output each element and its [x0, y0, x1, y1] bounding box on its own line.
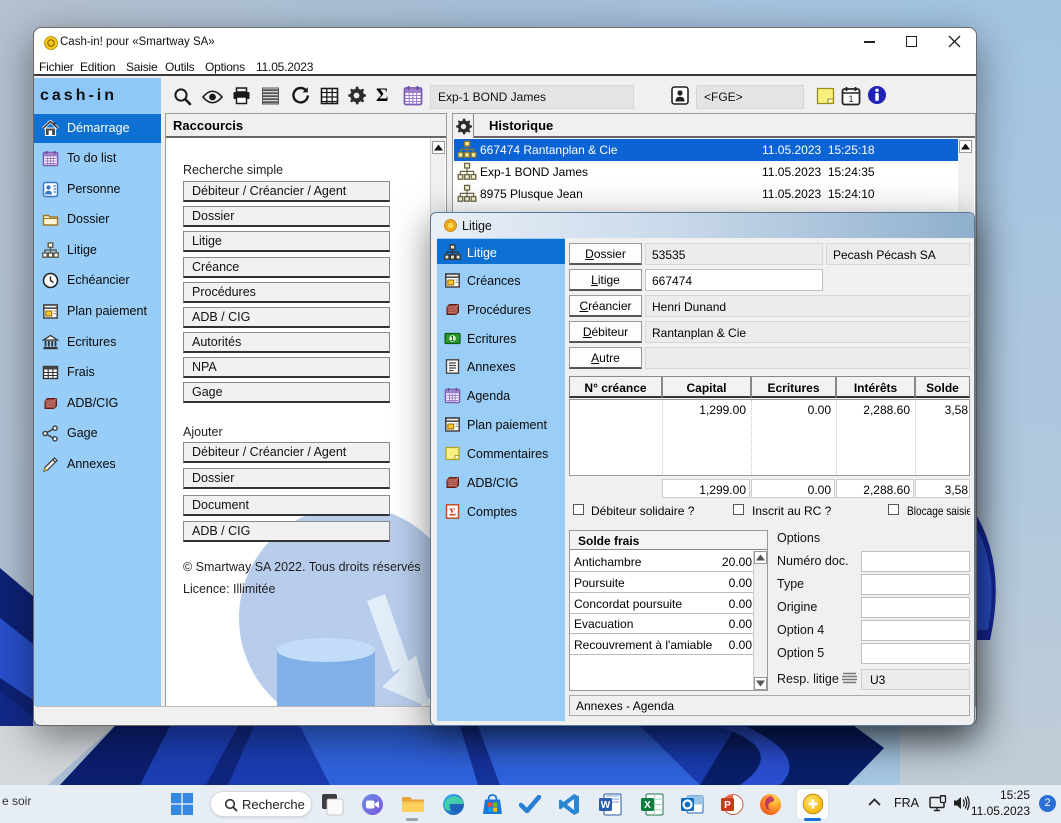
svg-text:P: P: [724, 800, 731, 811]
svg-text:X: X: [644, 800, 651, 811]
svg-text:1: 1: [848, 94, 853, 104]
svg-text:W: W: [601, 800, 611, 811]
